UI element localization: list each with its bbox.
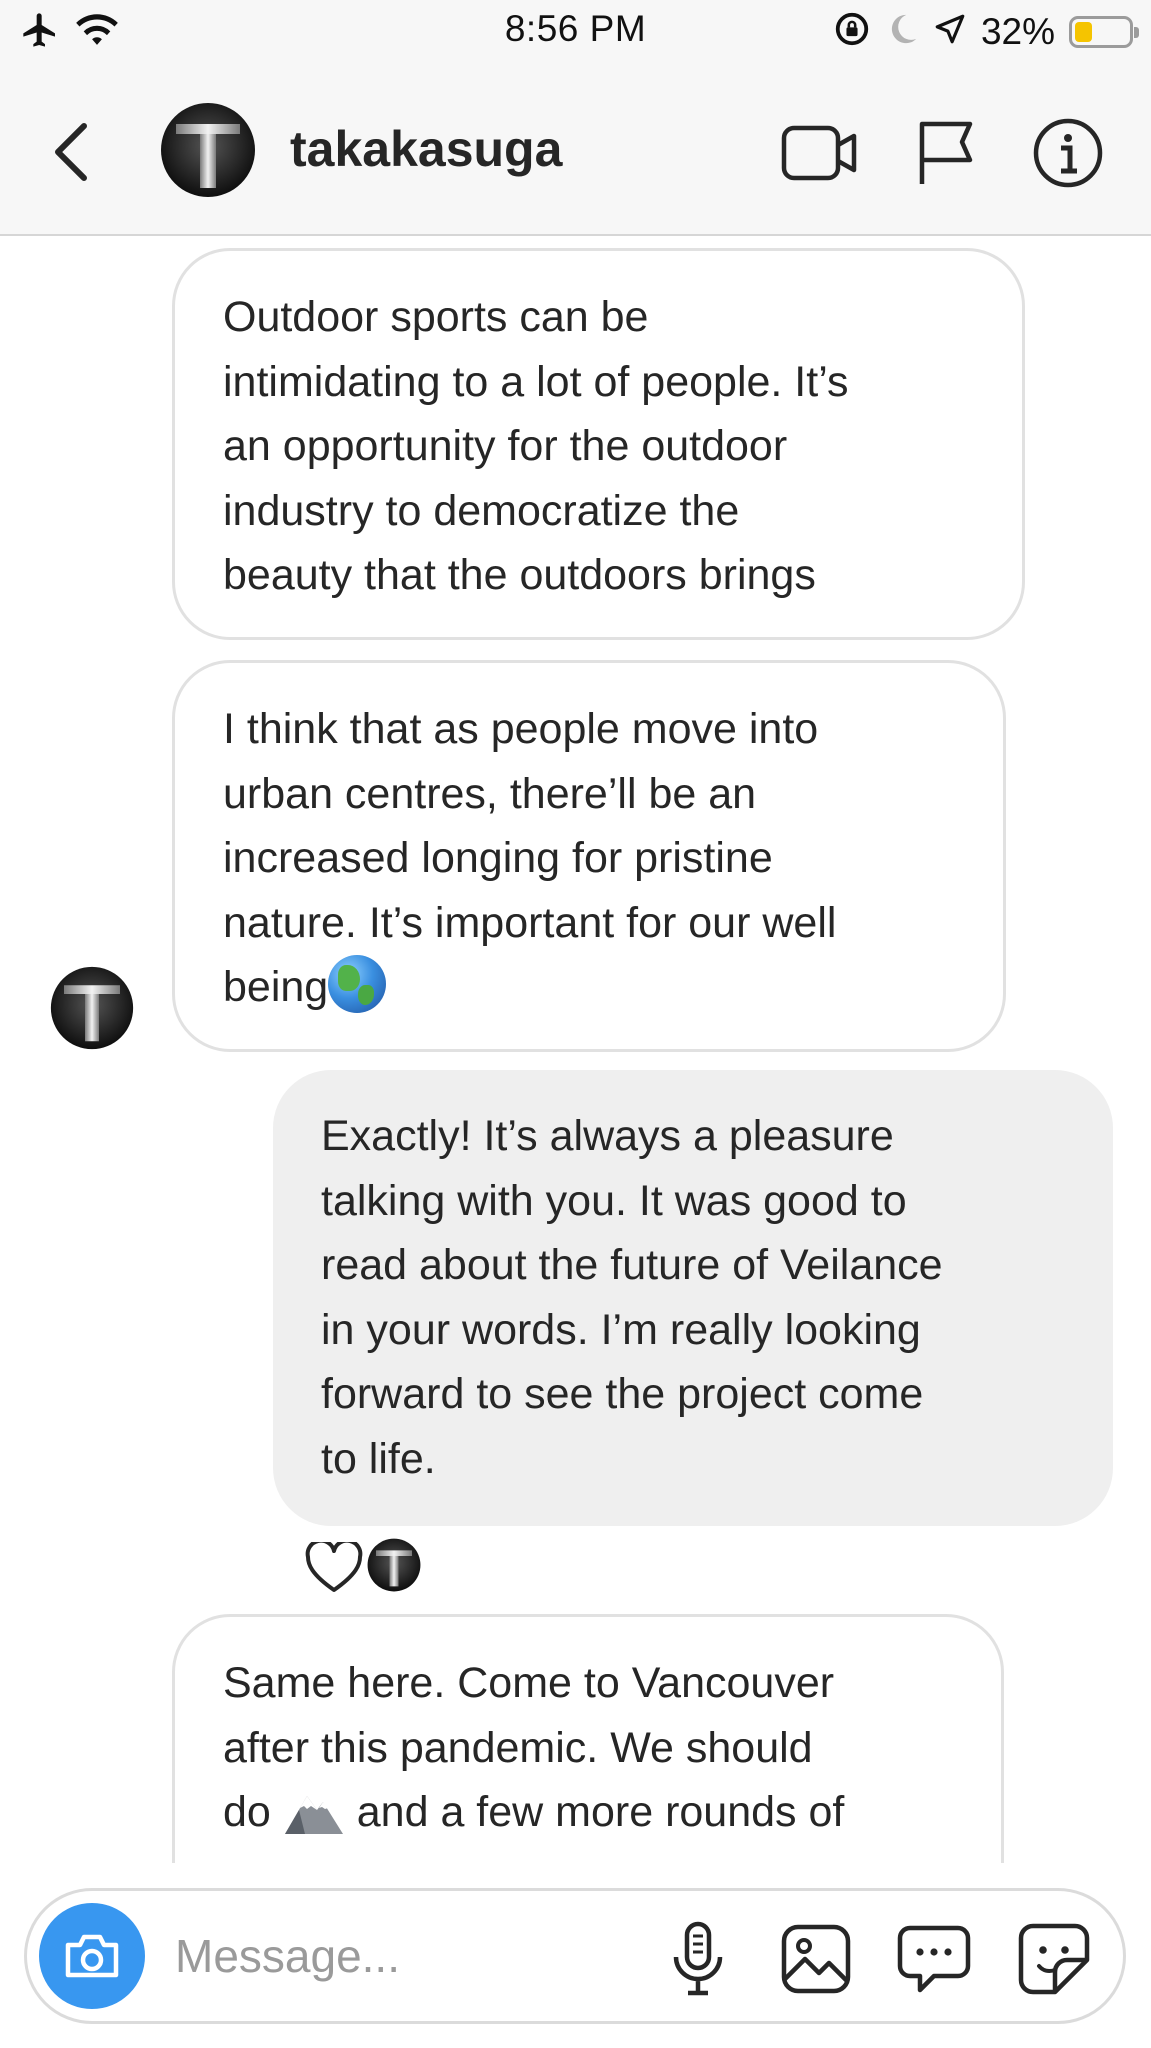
flag-icon (919, 121, 973, 184)
sticker-button[interactable] (1013, 1919, 1095, 1999)
voice-message-button[interactable] (657, 1919, 739, 1999)
message-text-line: do and a few more rounds of (223, 1780, 953, 1845)
status-right: 32% (833, 10, 1139, 53)
message-text-line: nature. It’s important for our well (223, 898, 837, 947)
message-text-line-cropped (223, 1845, 953, 1864)
message-text-fragment: and a few more rounds of (356, 1788, 845, 1836)
video-call-icon (781, 125, 857, 181)
incoming-message-bubble[interactable]: Same here. Come to Vancouver after this … (172, 1614, 1004, 1863)
info-button[interactable] (1028, 118, 1108, 188)
incoming-message-bubble[interactable]: I think that as people move into urban c… (172, 660, 1006, 1052)
message-text-line: after this pandemic. We should (223, 1723, 813, 1772)
message-text-line: being (223, 955, 955, 1020)
message-text-line: forward to see the project come (321, 1370, 924, 1418)
sticker-icon (1018, 1923, 1090, 1995)
gallery-button[interactable] (775, 1919, 857, 1999)
battery-level (1075, 21, 1092, 42)
message-text-fragment: do (223, 1788, 271, 1836)
microphone-icon (673, 1921, 723, 1996)
message-text-line: in your words. I’m really looking (321, 1305, 921, 1354)
message-input[interactable] (175, 1923, 615, 1989)
message-text-line: increased longing for pristine (223, 834, 773, 882)
orientation-lock-icon (833, 10, 871, 53)
status-bar: 8:56 PM 32% (0, 0, 1151, 62)
message-text-line: read about the future of Veilance (321, 1241, 943, 1289)
mountain-emoji (284, 1796, 343, 1834)
globe-emoji (328, 955, 387, 1013)
back-button[interactable] (46, 120, 98, 184)
outgoing-message-bubble[interactable]: Exactly! It’s always a pleasure talking … (273, 1070, 1113, 1526)
camera-icon (65, 1934, 119, 1978)
sender-avatar[interactable] (50, 966, 134, 1050)
location-arrow-icon (933, 12, 967, 51)
message-thread[interactable]: Outdoor sports can be intimidating to a … (0, 238, 1151, 1863)
message-reactions[interactable] (305, 1538, 421, 1597)
video-call-button[interactable] (780, 118, 860, 188)
message-text-line: talking with you. It was good to (321, 1176, 907, 1225)
report-button[interactable] (906, 118, 986, 188)
chat-bubble-icon (897, 1925, 971, 1993)
message-text-line: Same here. Come to Vancouver (223, 1659, 835, 1707)
conversation-header: takakasuga (0, 62, 1151, 236)
message-text-line: to life. (321, 1434, 436, 1483)
message-text-line: intimidating to a lot of people. It’s (223, 357, 849, 406)
message-text-line: Outdoor sports can be (223, 293, 649, 341)
map-emoji (433, 1859, 473, 1864)
back-chevron-icon (55, 123, 87, 181)
message-text-line: beauty that the outdoors brings (223, 551, 816, 599)
gallery-icon (781, 1924, 851, 1994)
incoming-message-bubble[interactable]: Outdoor sports can be intimidating to a … (172, 248, 1025, 640)
map-emoji (511, 1859, 551, 1864)
heart-icon (305, 1541, 363, 1592)
quick-reply-button[interactable] (893, 1919, 975, 1999)
message-text-fragment: being (223, 963, 329, 1011)
moon-icon (885, 12, 919, 51)
message-composer (24, 1888, 1126, 2024)
message-text-line: Exactly! It’s always a pleasure (321, 1112, 894, 1160)
battery-icon (1069, 15, 1139, 48)
message-text-line: urban centres, there’ll be an (223, 769, 757, 818)
message-text-line: industry to democratize the (223, 486, 740, 535)
avatar[interactable] (160, 102, 256, 198)
camera-button[interactable] (39, 1903, 145, 2009)
info-icon (1033, 118, 1103, 188)
conversation-username[interactable]: takakasuga (290, 120, 562, 178)
message-text-line: an opportunity for the outdoor (223, 422, 788, 470)
reactor-avatar (367, 1538, 421, 1597)
battery-percent: 32% (980, 10, 1055, 52)
message-text-line: I think that as people move into (223, 705, 819, 753)
